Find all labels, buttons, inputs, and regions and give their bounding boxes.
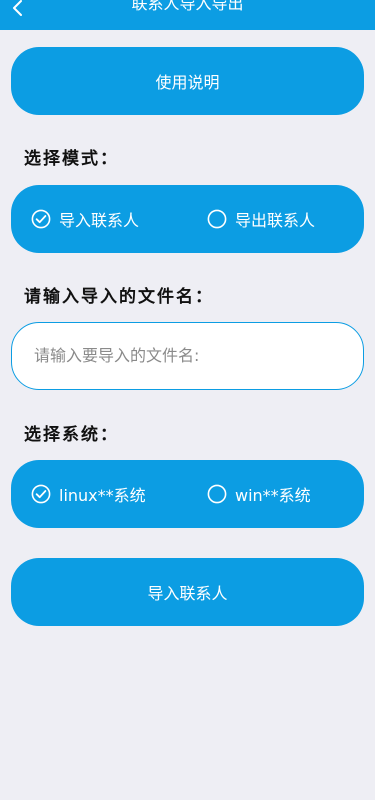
radio-import-contacts[interactable]: 导入联系人 [31,185,139,253]
radio-checked-icon [31,209,51,229]
radio-label: 导出联系人 [235,211,316,230]
radio-label: win**系统 [235,486,311,505]
system-section-label: 选择系统： [24,425,119,445]
system-radio-group: linux**系统 win**系统 [11,460,364,528]
radio-unchecked-icon [207,209,227,229]
radio-export-contacts[interactable]: 导出联系人 [207,185,315,253]
radio-label: 导入联系人 [59,211,140,230]
radio-unchecked-icon [207,484,227,504]
mode-radio-group: 导入联系人 导出联系人 [11,185,364,253]
filename-input[interactable] [32,323,342,388]
instructions-button[interactable]: 使用说明 [11,47,364,115]
filename-input-container [11,322,364,390]
app-header: 联系人导入导出 [0,0,375,30]
radio-checked-icon [31,484,51,504]
mode-section-label: 选择模式： [24,149,119,169]
radio-win-system[interactable]: win**系统 [207,460,311,528]
filename-section-label: 请输入导入的文件名： [24,287,214,307]
page-title: 联系人导入导出 [131,0,244,13]
import-contacts-button[interactable]: 导入联系人 [11,558,364,626]
radio-linux-system[interactable]: linux**系统 [31,460,146,528]
radio-label: linux**系统 [59,486,146,505]
